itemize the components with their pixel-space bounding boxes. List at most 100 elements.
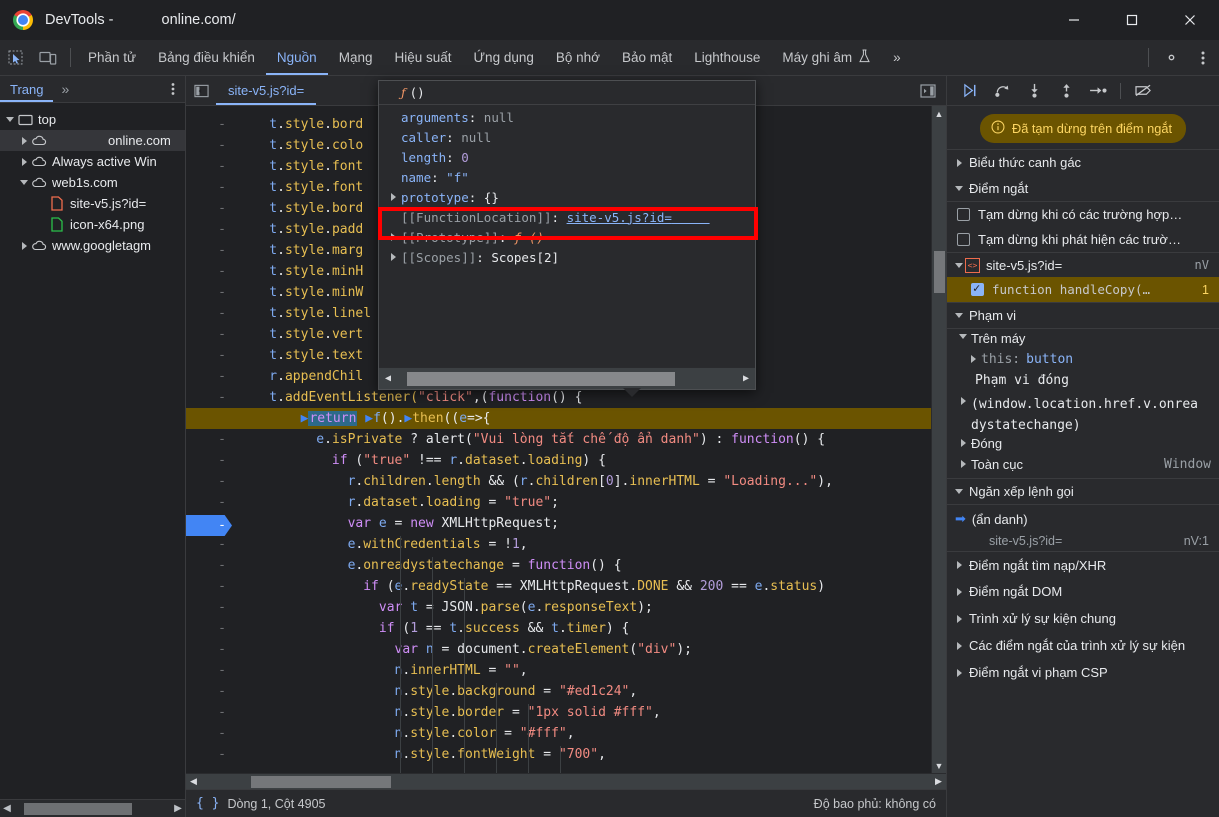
chevron-down-icon[interactable]: [953, 313, 965, 318]
code-line-paused[interactable]: ▶return ▶f().▶then((e=>{: [186, 408, 931, 429]
function-location-link[interactable]: site-v5.js?id=: [567, 210, 672, 225]
call-stack-section[interactable]: Ngăn xếp lệnh gọi: [947, 478, 1219, 504]
scroll-right-arrow-icon[interactable]: ▶: [171, 803, 185, 814]
popup-property-row-prototype[interactable]: prototype: {}: [379, 187, 755, 207]
chevron-down-icon[interactable]: [957, 334, 969, 339]
navigator-tab-page[interactable]: Trang: [0, 76, 54, 102]
chevron-down-icon[interactable]: [953, 489, 965, 494]
scroll-down-arrow-icon[interactable]: ▼: [932, 758, 946, 773]
editor-tab-site-v5-js[interactable]: site-v5.js?id=: [216, 76, 317, 105]
popup-property-row[interactable]: name: "f": [379, 167, 755, 187]
code-line[interactable]: - if ("true" !== r.dataset.loading) {: [186, 450, 931, 471]
tree-item-icon-x64-png[interactable]: icon-x64.png: [0, 214, 185, 235]
show-debugger-icon[interactable]: [910, 76, 946, 105]
tab-console[interactable]: Bảng điều khiển: [147, 40, 266, 75]
tab-sources[interactable]: Nguồn: [265, 40, 328, 75]
line-gutter[interactable]: -: [186, 618, 238, 639]
tab-memory[interactable]: Bộ nhớ: [545, 40, 611, 75]
chevron-right-icon[interactable]: [953, 641, 965, 650]
scope-global-row[interactable]: Toàn cục Window: [947, 457, 1219, 478]
global-listeners-section[interactable]: Trình xử lý sự kiện chung: [947, 605, 1219, 632]
chevron-right-icon[interactable]: [18, 136, 30, 145]
scroll-right-arrow-icon[interactable]: ▶: [737, 373, 755, 384]
code-line[interactable]: - var t = JSON.parse(e.responseText);: [186, 597, 931, 618]
call-stack-frame-location[interactable]: site-v5.js?id= nV:1: [947, 530, 1219, 551]
line-gutter[interactable]: -: [186, 723, 238, 744]
code-line[interactable]: - e.onreadystatechange = function() {: [186, 555, 931, 576]
tree-item-always-active-win[interactable]: Always active Win: [0, 151, 185, 172]
close-button[interactable]: [1161, 0, 1219, 40]
chevron-down-icon[interactable]: [4, 117, 16, 122]
code-line[interactable]: - n.style.fontWeight = "700",: [186, 744, 931, 765]
tab-elements[interactable]: Phần tử: [77, 40, 147, 75]
code-line[interactable]: - n.style.color = "#fff",: [186, 723, 931, 744]
checkbox-checked-icon[interactable]: [971, 281, 984, 296]
line-gutter[interactable]: -: [186, 744, 238, 765]
inspect-element-icon[interactable]: [0, 40, 32, 75]
checkbox-unchecked-icon[interactable]: [957, 233, 970, 246]
line-gutter[interactable]: -: [186, 450, 238, 471]
csp-violation-breakpoints-section[interactable]: Điểm ngắt vi phạm CSP: [947, 659, 1219, 686]
tab-network[interactable]: Mạng: [328, 40, 384, 75]
scroll-left-arrow-icon[interactable]: ◀: [186, 776, 201, 787]
popup-property-row-scopes[interactable]: [[Scopes]]: Scopes[2]: [379, 247, 755, 267]
code-line[interactable]: - if (e.readyState == XMLHttpRequest.DON…: [186, 576, 931, 597]
line-gutter[interactable]: -: [186, 639, 238, 660]
line-gutter[interactable]: -: [186, 681, 238, 702]
scope-closure2-row[interactable]: Đóng: [947, 436, 1219, 457]
popup-property-row[interactable]: length: 0: [379, 147, 755, 167]
step-over-icon[interactable]: [987, 78, 1017, 104]
maximize-button[interactable]: [1103, 0, 1161, 40]
line-gutter[interactable]: -: [186, 471, 238, 492]
breakpoint-file-row[interactable]: <> site-v5.js?id= nV: [947, 252, 1219, 277]
line-gutter[interactable]: -: [186, 303, 238, 324]
tab-performance[interactable]: Hiệu suất: [383, 40, 462, 75]
chevron-down-icon[interactable]: [953, 262, 965, 268]
line-gutter[interactable]: -: [186, 660, 238, 681]
tab-security[interactable]: Bảo mật: [611, 40, 683, 75]
chevron-right-icon[interactable]: [953, 668, 965, 677]
scope-this-row[interactable]: this: button: [947, 352, 1219, 373]
chevron-right-icon[interactable]: [18, 157, 30, 166]
chevron-right-icon[interactable]: [953, 587, 965, 596]
kebab-menu-icon[interactable]: [1187, 40, 1219, 75]
dom-breakpoints-section[interactable]: Điểm ngắt DOM: [947, 578, 1219, 605]
tree-item-top[interactable]: top: [0, 109, 185, 130]
gear-icon[interactable]: [1155, 40, 1187, 75]
pause-on-exceptions-row[interactable]: Tạm dừng khi có các trường hợp…: [947, 202, 1219, 227]
code-line[interactable]: - r.dataset.loading = "true";: [186, 492, 931, 513]
line-gutter[interactable]: -: [186, 240, 238, 261]
chevron-right-icon[interactable]: [957, 397, 969, 405]
chevron-down-icon[interactable]: [18, 180, 30, 185]
editor-vertical-scrollbar[interactable]: ▲ ▼: [931, 106, 946, 773]
format-braces-icon[interactable]: { }: [196, 796, 219, 811]
chevron-right-icon[interactable]: [967, 355, 979, 363]
xhr-breakpoints-section[interactable]: Điểm ngắt tìm nạp/XHR: [947, 551, 1219, 578]
chevron-right-icon[interactable]: [953, 158, 965, 167]
code-line[interactable]: - r.children.length && (r.children[0].in…: [186, 471, 931, 492]
line-gutter[interactable]: -: [186, 135, 238, 156]
chevron-right-icon[interactable]: [387, 193, 399, 201]
popup-property-row-function-location[interactable]: [[FunctionLocation]]: site-v5.js?id=: [379, 207, 755, 227]
scope-section[interactable]: Phạm vi: [947, 302, 1219, 328]
breakpoint-marker[interactable]: -: [186, 515, 238, 536]
tree-item-site-v5-js[interactable]: site-v5.js?id=: [0, 193, 185, 214]
event-listener-breakpoints-section[interactable]: Các điểm ngắt của trình xử lý sự kiện: [947, 632, 1219, 659]
code-line[interactable]: - e.isPrivate ? alert("Vui lòng tắt chế …: [186, 429, 931, 450]
line-gutter[interactable]: -: [186, 702, 238, 723]
line-gutter[interactable]: -: [186, 492, 238, 513]
checkbox-unchecked-icon[interactable]: [957, 208, 970, 221]
line-gutter[interactable]: -: [186, 429, 238, 450]
line-gutter[interactable]: -: [186, 345, 238, 366]
tab-application[interactable]: Ứng dụng: [463, 40, 545, 75]
chevron-right-icon[interactable]: [957, 439, 969, 447]
editor-vscroll-thumb[interactable]: [934, 251, 945, 293]
tab-lighthouse[interactable]: Lighthouse: [683, 40, 771, 75]
chevron-right-icon[interactable]: [387, 233, 399, 241]
scroll-left-arrow-icon[interactable]: ◀: [379, 373, 397, 384]
navigator-more-button[interactable]: »: [53, 76, 77, 102]
breakpoint-shape[interactable]: -: [186, 515, 232, 536]
chevron-right-icon[interactable]: [18, 241, 30, 250]
scroll-up-arrow-icon[interactable]: ▲: [932, 106, 946, 121]
code-line[interactable]: - e.withCredentials = !1,: [186, 534, 931, 555]
